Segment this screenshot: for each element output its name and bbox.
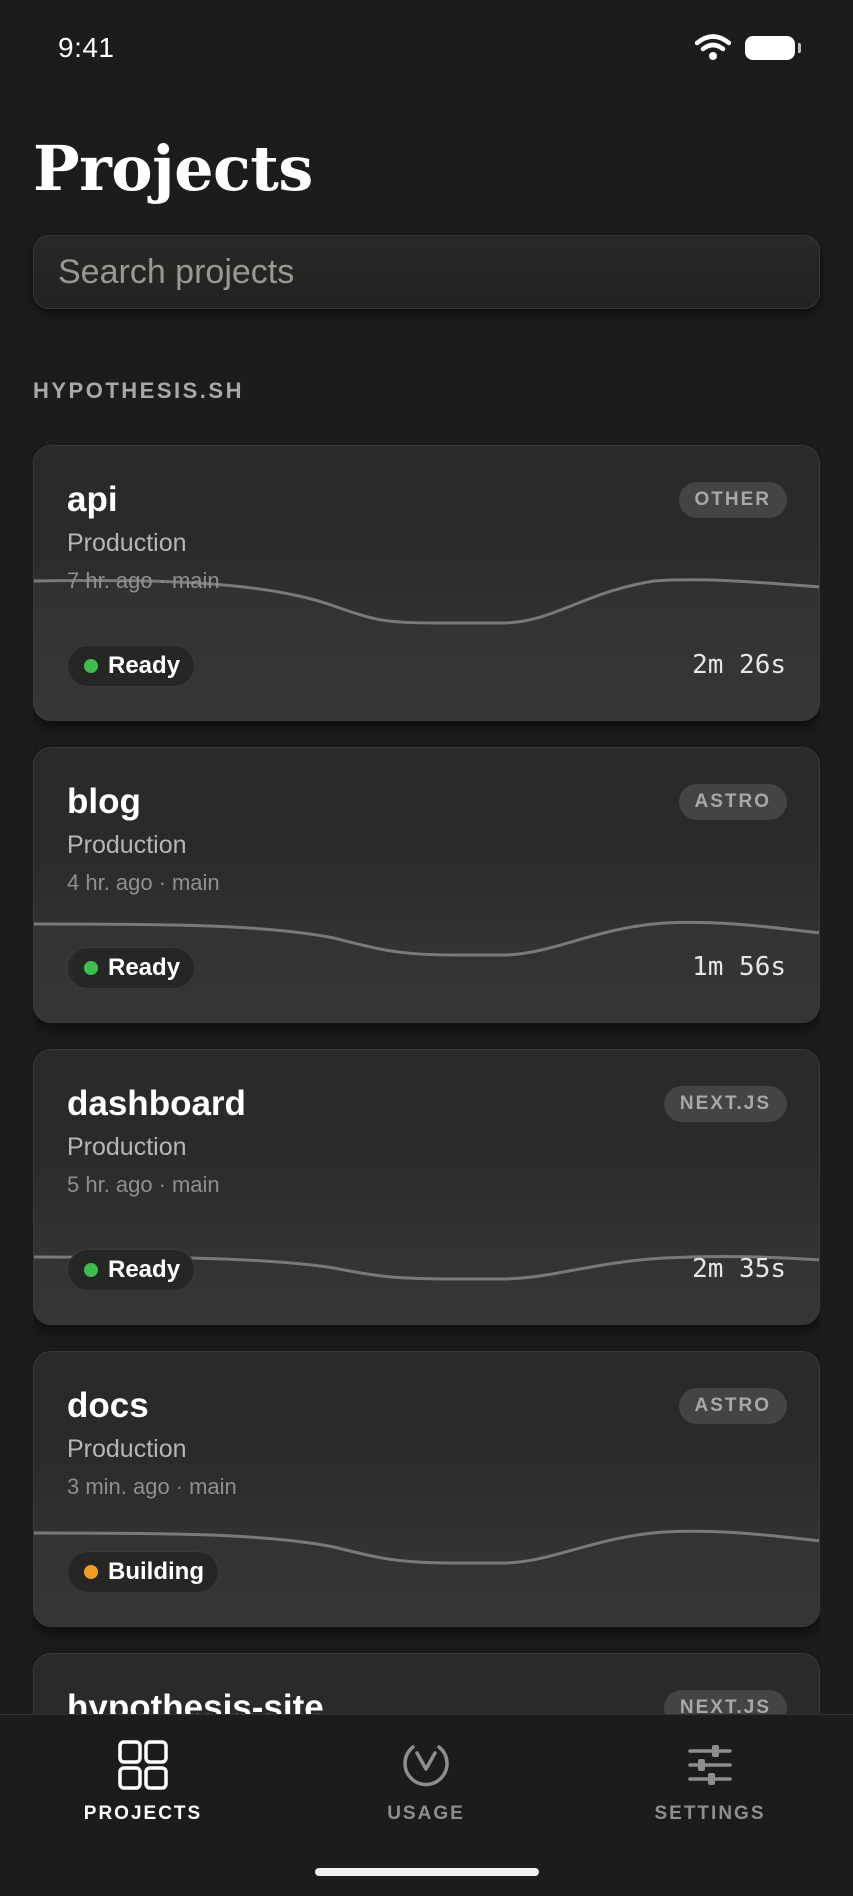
- status-dot-icon: [84, 961, 98, 975]
- search-input[interactable]: [34, 236, 819, 308]
- status-label: Ready: [108, 954, 181, 981]
- project-meta: 5 hr. ago · main: [67, 1172, 220, 1197]
- project-meta: 7 hr. ago · main: [67, 568, 220, 593]
- project-branch: main: [171, 1172, 220, 1197]
- project-time-ago: 7 hr. ago: [67, 568, 153, 593]
- sliders-icon: [688, 1745, 732, 1785]
- tab-label: SETTINGS: [654, 1803, 766, 1824]
- status-label: Ready: [108, 652, 181, 679]
- project-environment: Production: [67, 529, 187, 557]
- project-card[interactable]: api OTHER Production 7 hr. ago · main Read…: [33, 445, 820, 721]
- tab-projects[interactable]: PROJECTS: [43, 1739, 243, 1839]
- status-badge: Ready: [67, 645, 196, 687]
- status-dot-icon: [84, 1263, 98, 1277]
- project-card[interactable]: blog ASTRO Production 4 hr. ago · main Rea…: [33, 747, 820, 1023]
- project-card[interactable]: hypothesis-site NEXT.JS: [33, 1653, 820, 1715]
- status-badge: Building: [67, 1551, 219, 1593]
- project-card[interactable]: docs ASTRO Production 3 min. ago · main Bu…: [33, 1351, 820, 1627]
- build-duration: 1m 56s: [692, 952, 786, 982]
- project-environment: Production: [67, 1133, 187, 1161]
- tab-label: PROJECTS: [83, 1803, 203, 1824]
- project-branch: main: [189, 1474, 237, 1499]
- project-branch: main: [171, 870, 220, 895]
- project-card[interactable]: dashboard NEXT.JS Production 5 hr. ago · m…: [33, 1049, 820, 1325]
- home-indicator[interactable]: [315, 1868, 539, 1876]
- framework-badge: ASTRO: [678, 784, 787, 820]
- status-icons: [695, 34, 801, 62]
- tab-usage[interactable]: USAGE: [326, 1739, 526, 1839]
- framework-badge: OTHER: [678, 482, 787, 518]
- battery-icon: [745, 36, 801, 60]
- project-meta: 3 min. ago · main: [67, 1474, 237, 1499]
- build-duration: 2m 35s: [692, 1254, 786, 1284]
- project-name: docs: [67, 1386, 149, 1425]
- framework-badge: ASTRO: [678, 1388, 787, 1424]
- tab-label: USAGE: [387, 1803, 465, 1824]
- project-name: api: [67, 480, 118, 519]
- status-dot-icon: [84, 1565, 98, 1579]
- status-bar: 9:41: [0, 0, 853, 100]
- project-environment: Production: [67, 831, 187, 859]
- project-time-ago: 3 min. ago: [67, 1474, 170, 1499]
- grid-icon: [118, 1740, 168, 1790]
- project-time-ago: 4 hr. ago: [67, 870, 153, 895]
- status-badge: Ready: [67, 1249, 196, 1291]
- project-name: hypothesis-site: [67, 1688, 324, 1715]
- section-label-team: HYPOTHESIS.SH: [33, 378, 244, 403]
- status-dot-icon: [84, 659, 98, 673]
- project-time-ago: 5 hr. ago: [67, 1172, 153, 1197]
- project-meta: 4 hr. ago · main: [67, 870, 220, 895]
- project-name: dashboard: [67, 1084, 246, 1123]
- wifi-icon: [695, 34, 731, 60]
- search-field[interactable]: [33, 235, 820, 309]
- build-duration: 2m 26s: [692, 650, 786, 680]
- project-branch: main: [171, 568, 220, 593]
- gauge-icon: [403, 1745, 449, 1787]
- project-environment: Production: [67, 1435, 187, 1463]
- framework-badge: NEXT.JS: [663, 1086, 787, 1122]
- status-badge: Ready: [67, 947, 196, 989]
- page-title: Projects: [33, 132, 313, 205]
- status-label: Ready: [108, 1256, 181, 1283]
- tab-settings[interactable]: SETTINGS: [610, 1739, 810, 1839]
- status-label: Building: [108, 1558, 204, 1585]
- project-name: blog: [67, 782, 141, 821]
- status-time: 9:41: [58, 32, 115, 63]
- project-list[interactable]: api OTHER Production 7 hr. ago · main Read…: [33, 445, 820, 1715]
- framework-badge: NEXT.JS: [663, 1690, 787, 1715]
